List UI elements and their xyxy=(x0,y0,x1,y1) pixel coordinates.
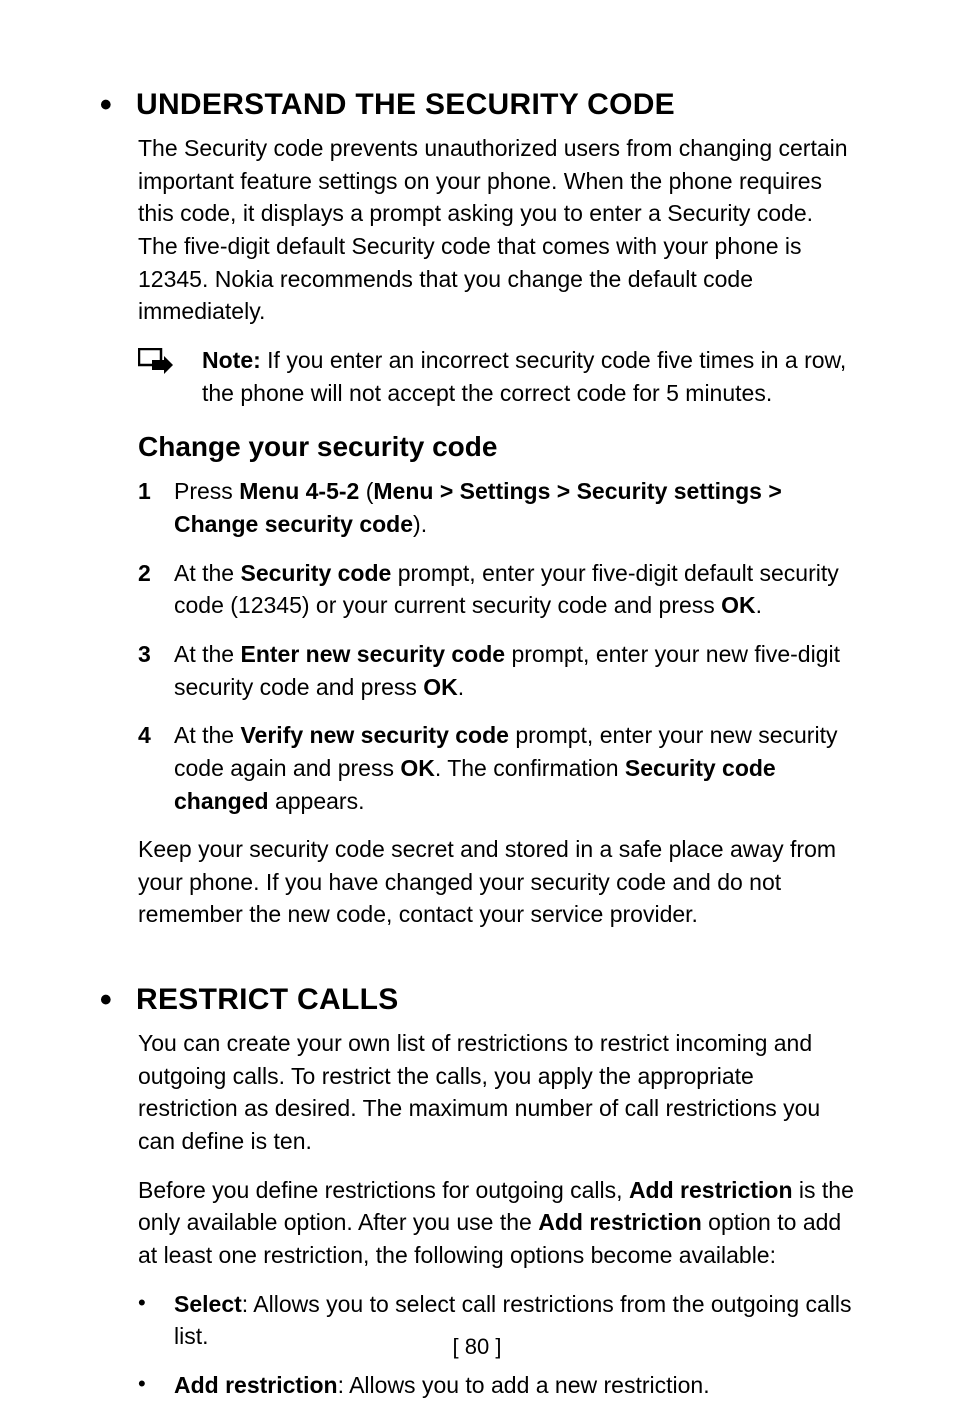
step-text: Press Menu 4-5-2 (Menu > Settings > Secu… xyxy=(174,475,856,540)
bold: Enter new security code xyxy=(240,641,505,667)
bold: Security code xyxy=(240,560,391,586)
after-steps-paragraph: Keep your security code secret and store… xyxy=(98,833,856,931)
subheading-change-security-code: Change your security code xyxy=(98,431,856,463)
bold: Add restriction xyxy=(538,1209,702,1235)
t: . The confirmation xyxy=(435,755,625,781)
note-body: If you enter an incorrect security code … xyxy=(202,347,846,406)
bullet-icon: • xyxy=(98,88,114,122)
heading-text: UNDERSTAND THE SECURITY CODE xyxy=(136,88,675,122)
document-page: • UNDERSTAND THE SECURITY CODE The Secur… xyxy=(0,0,954,1402)
heading-understand-security-code: • UNDERSTAND THE SECURITY CODE xyxy=(98,88,856,122)
t: . xyxy=(458,674,464,700)
step-text: At the Enter new security code prompt, e… xyxy=(174,638,856,703)
note-text: Note: If you enter an incorrect security… xyxy=(202,344,856,409)
t: : Allows you to add a new restriction. xyxy=(338,1372,710,1398)
list-text: Add restriction: Allows you to add a new… xyxy=(174,1369,710,1402)
bold: OK xyxy=(721,592,756,618)
heading-text: RESTRICT CALLS xyxy=(136,983,399,1017)
bold: Add restriction xyxy=(629,1177,793,1203)
bold: Menu 4-5-2 xyxy=(239,478,359,504)
heading-restrict-calls: • RESTRICT CALLS xyxy=(98,983,856,1017)
bullet-icon: • xyxy=(98,983,114,1017)
restrict-p1: You can create your own list of restrict… xyxy=(98,1027,856,1158)
t: ( xyxy=(359,478,373,504)
page-number: [ 80 ] xyxy=(0,1334,954,1360)
step-2: 2 At the Security code prompt, enter you… xyxy=(138,557,856,622)
bold: Verify new security code xyxy=(240,722,508,748)
intro-paragraph: The Security code prevents unauthorized … xyxy=(98,132,856,328)
step-number: 2 xyxy=(138,557,174,590)
steps-list: 1 Press Menu 4-5-2 (Menu > Settings > Se… xyxy=(98,475,856,817)
step-number: 4 xyxy=(138,719,174,752)
note-block: Note: If you enter an incorrect security… xyxy=(98,344,856,409)
t: Press xyxy=(174,478,239,504)
bold: Add restriction xyxy=(174,1372,338,1398)
step-number: 3 xyxy=(138,638,174,671)
step-1: 1 Press Menu 4-5-2 (Menu > Settings > Se… xyxy=(138,475,856,540)
t: Before you define restrictions for outgo… xyxy=(138,1177,629,1203)
step-text: At the Security code prompt, enter your … xyxy=(174,557,856,622)
t: . xyxy=(756,592,762,618)
t: At the xyxy=(174,641,240,667)
bullet-icon: • xyxy=(138,1288,174,1319)
note-label: Note: xyxy=(202,347,261,373)
bullet-icon: • xyxy=(138,1369,174,1400)
t: At the xyxy=(174,722,240,748)
restrict-p2: Before you define restrictions for outgo… xyxy=(98,1174,856,1272)
t: ). xyxy=(413,511,427,537)
bold: OK xyxy=(400,755,435,781)
step-number: 1 xyxy=(138,475,174,508)
bold: OK xyxy=(423,674,458,700)
bold: Select xyxy=(174,1291,242,1317)
note-arrow-icon xyxy=(138,348,174,379)
step-3: 3 At the Enter new security code prompt,… xyxy=(138,638,856,703)
t: appears. xyxy=(269,788,365,814)
t: At the xyxy=(174,560,240,586)
list-item: • Add restriction: Allows you to add a n… xyxy=(138,1369,856,1402)
step-4: 4 At the Verify new security code prompt… xyxy=(138,719,856,817)
step-text: At the Verify new security code prompt, … xyxy=(174,719,856,817)
